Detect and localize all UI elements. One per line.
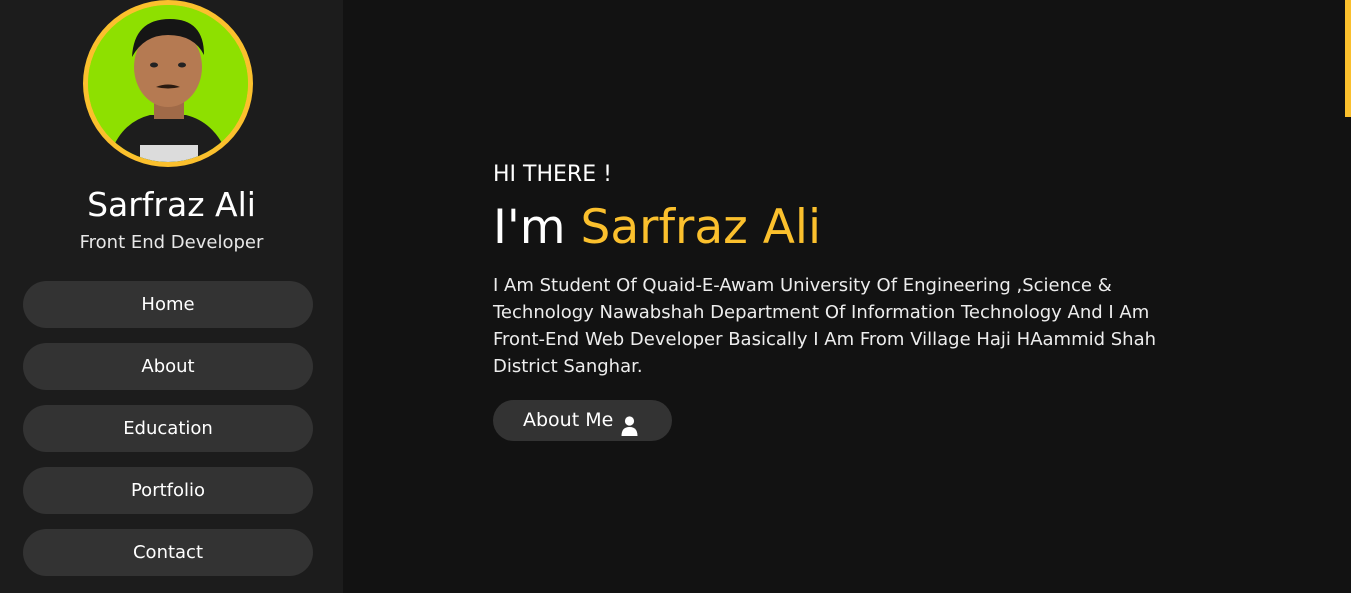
about-me-label: About Me xyxy=(523,409,614,431)
profile-role: Front End Developer xyxy=(79,232,264,253)
profile-name: Sarfraz Ali xyxy=(87,185,256,224)
profile-avatar xyxy=(83,0,253,167)
nav-home-button[interactable]: Home xyxy=(23,281,313,328)
greeting: HI THERE ! xyxy=(493,162,612,187)
nav-portfolio-button[interactable]: Portfolio xyxy=(23,467,313,514)
intro-heading: I'm Sarfraz Ali xyxy=(493,198,821,258)
about-me-button[interactable]: About Me xyxy=(493,400,672,441)
user-icon xyxy=(621,410,638,451)
intro-name: Sarfraz Ali xyxy=(580,200,822,255)
intro-prefix: I'm xyxy=(493,200,581,255)
scrollbar-thumb[interactable] xyxy=(1345,0,1351,117)
nav-contact-button[interactable]: Contact xyxy=(23,529,313,576)
nav-about-button[interactable]: About xyxy=(23,343,313,390)
intro-description: I Am Student Of Quaid-E-Awam University … xyxy=(493,275,1157,377)
sidebar: Sarfraz Ali Front End Developer Home Abo… xyxy=(0,0,343,593)
nav-education-button[interactable]: Education xyxy=(23,405,313,452)
